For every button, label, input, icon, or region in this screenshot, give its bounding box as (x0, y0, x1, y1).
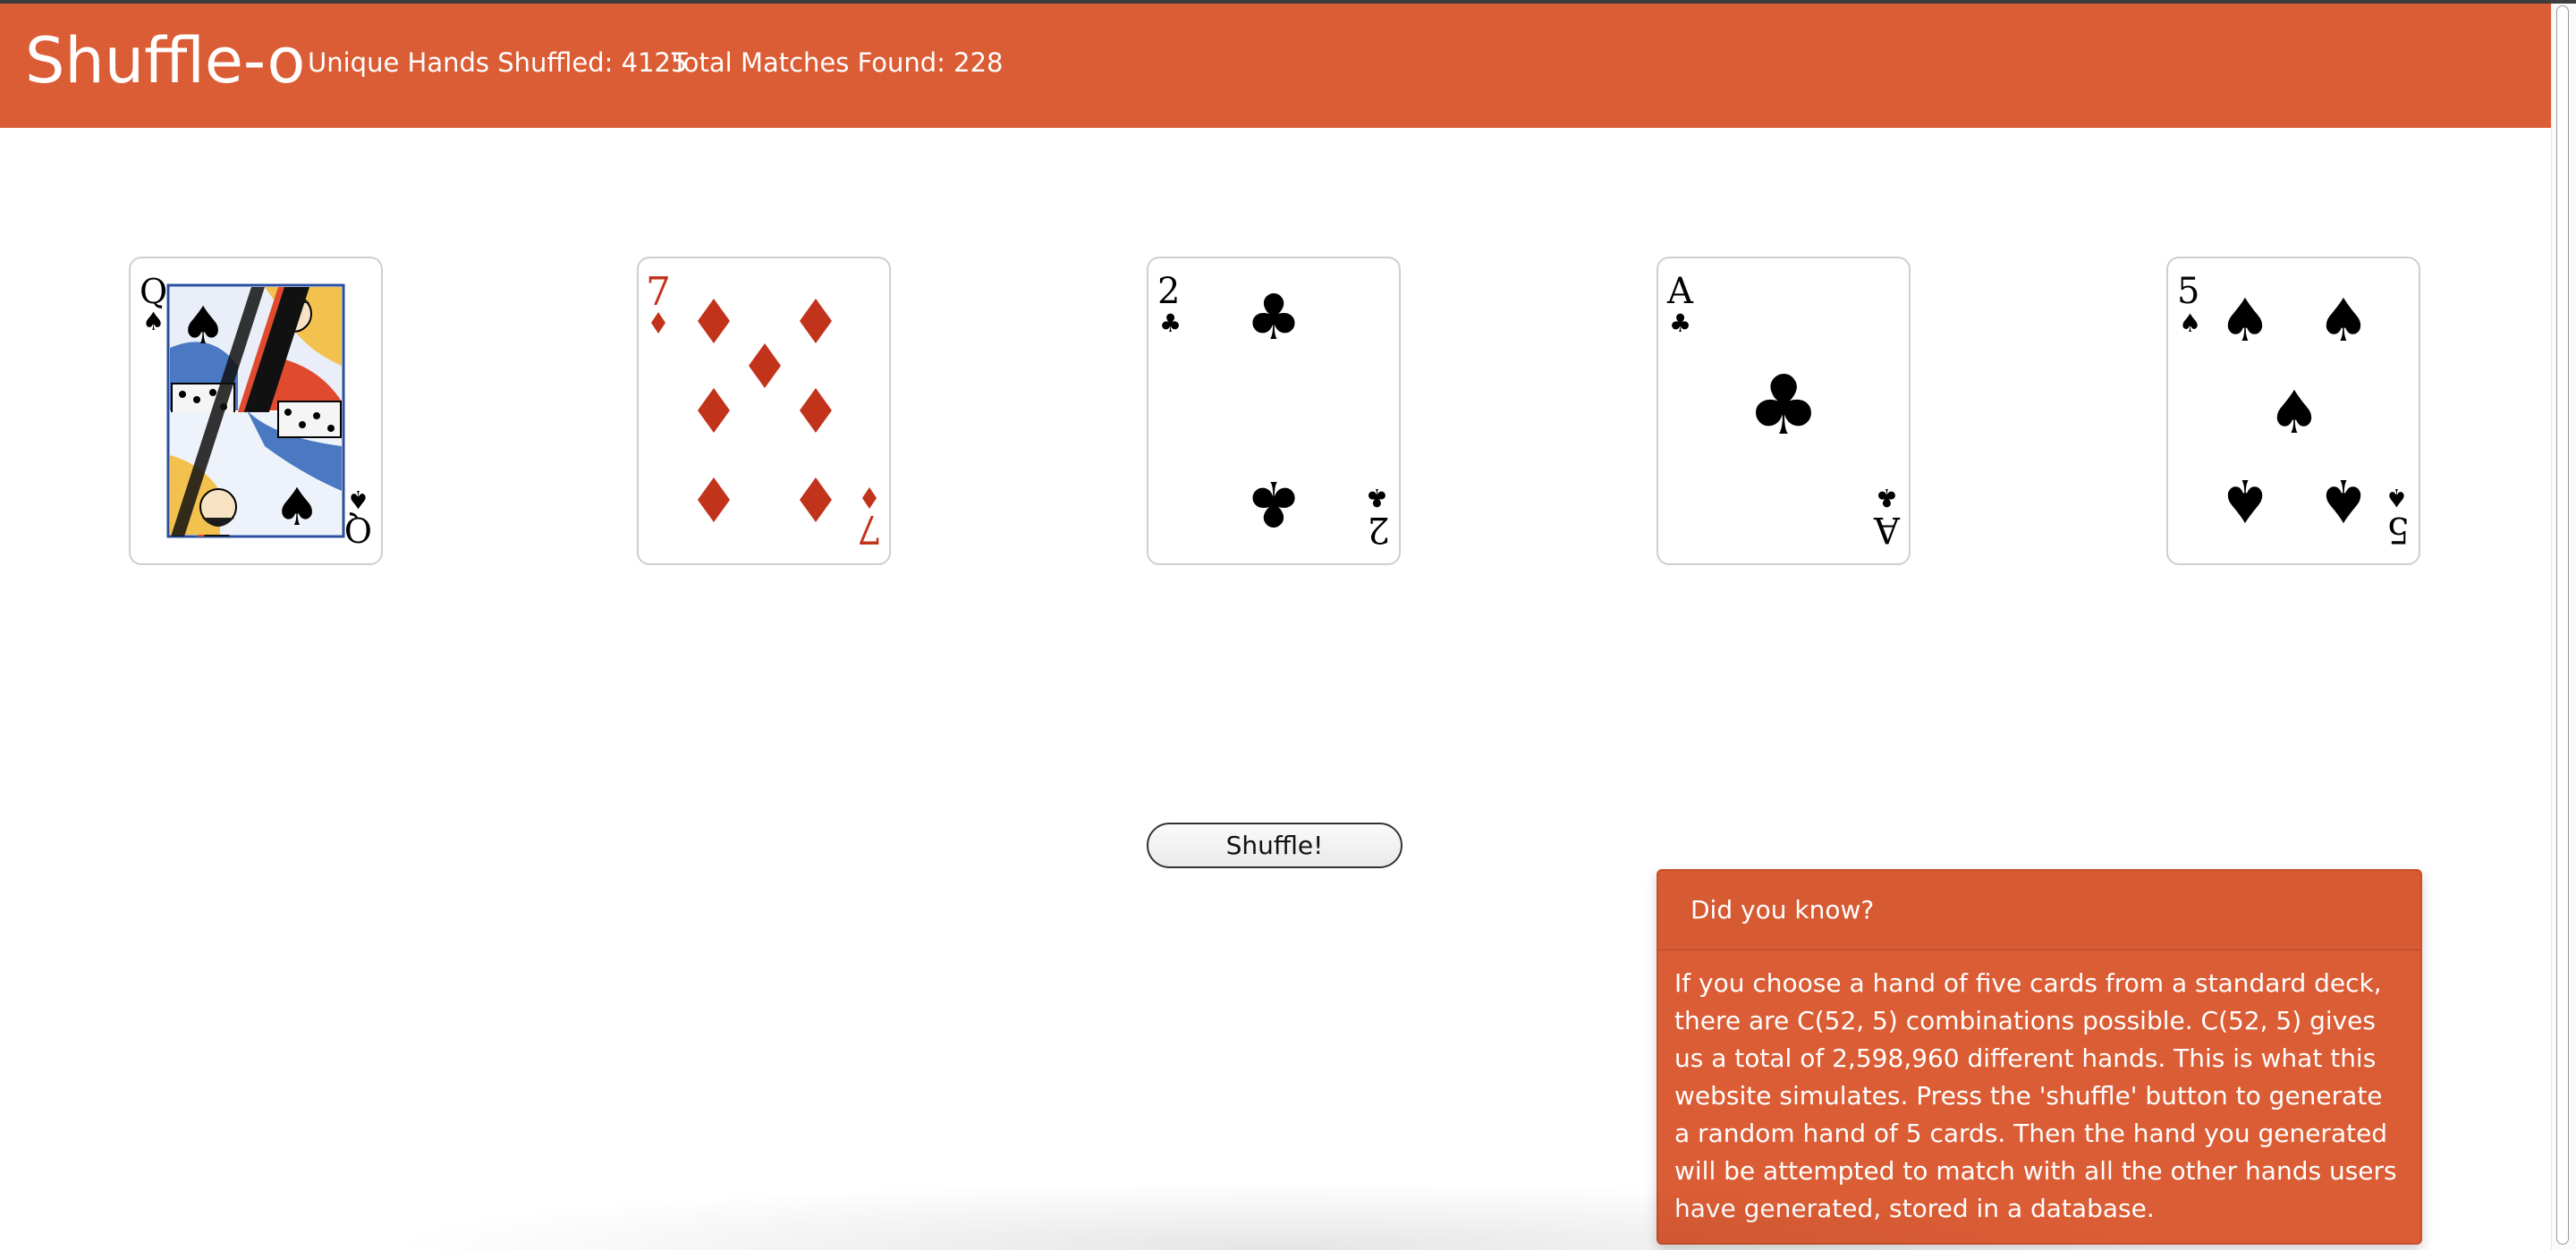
brand-title[interactable]: Shuffle-o (25, 23, 305, 98)
svg-text:♠: ♠ (2267, 378, 2320, 447)
card-suit-top-icon: ♠ (142, 307, 165, 336)
card-seven-of-diamonds: 7 7 (637, 257, 891, 565)
club-pip-icon: ♣ (1246, 467, 1302, 540)
card-suit-bottom-icon: ♣ (1366, 483, 1388, 512)
did-you-know-title: Did you know? (1658, 871, 2420, 950)
card-five-of-spades: 5 ♠ 5 ♠ ♠ ♠ ♠ ♠ ♠ (2166, 257, 2420, 565)
scrollbar-thumb[interactable] (2556, 5, 2569, 1245)
card-suit-bottom-icon: ♠ (2385, 483, 2408, 512)
five-of-spades-image: 5 ♠ 5 ♠ ♠ ♠ ♠ ♠ ♠ (2177, 271, 2410, 550)
total-matches-stat: Total Matches Found: 228 (672, 47, 1004, 78)
card-suit-top-icon: ♠ (2179, 308, 2201, 338)
card-suit-top-icon: ♣ (1669, 308, 1691, 338)
card-rank-bottom: 2 (1368, 509, 1390, 550)
spade-pips: ♠ ♠ ♠ (2218, 286, 2369, 447)
svg-text:♠: ♠ (2317, 286, 2369, 355)
card-two-of-clubs: 2 ♣ 2 ♣ ♣ ♣ (1147, 257, 1401, 565)
queen-of-spades-image: Q ♠ Q ♠ ♠ ♠ (140, 272, 372, 549)
card-rank-bottom: 5 (2387, 509, 2410, 550)
card-suit-bottom-icon: ♣ (1876, 483, 1898, 512)
club-pip-icon: ♣ (1246, 281, 1302, 354)
shuffle-button[interactable]: Shuffle! (1147, 823, 1402, 868)
card-suit-top-icon: ♣ (1159, 308, 1182, 338)
card-rank-top: 7 (646, 269, 671, 315)
svg-text:♠: ♠ (180, 295, 226, 356)
ace-of-clubs-image: A ♣ A ♣ ♣ (1666, 271, 1901, 550)
card-suit-bottom-icon: ♠ (347, 485, 369, 514)
card-rank-top: Q (140, 272, 167, 311)
card-rank-top: 5 (2177, 271, 2199, 312)
bottom-shadow (376, 1180, 2182, 1250)
card-ace-of-clubs: A ♣ A ♣ ♣ (1657, 257, 1911, 565)
svg-text:♠: ♠ (2218, 466, 2271, 535)
two-of-clubs-image: 2 ♣ 2 ♣ ♣ ♣ (1157, 271, 1390, 550)
svg-text:♠: ♠ (2317, 466, 2369, 535)
club-pip-icon: ♣ (1747, 358, 1820, 453)
seven-of-diamonds-image: 7 7 (646, 269, 882, 552)
card-rank-bottom: 7 (857, 506, 882, 552)
diamond-pips (698, 299, 832, 522)
card-rank-bottom: A (1873, 509, 1901, 550)
card-rank-top: A (1666, 271, 1694, 312)
unique-hands-stat: Unique Hands Shuffled: 4125 (308, 47, 688, 78)
card-rank-bottom: Q (344, 510, 372, 549)
svg-text:♠: ♠ (2218, 286, 2271, 355)
card-suit-top-icon (651, 312, 665, 334)
card-queen-of-spades: Q ♠ Q ♠ ♠ ♠ (129, 257, 383, 565)
card-suit-bottom-icon (862, 487, 877, 509)
card-rank-top: 2 (1157, 271, 1180, 312)
svg-text:♠: ♠ (274, 477, 320, 537)
top-navbar: Shuffle-o Unique Hands Shuffled: 4125 To… (0, 4, 2551, 128)
